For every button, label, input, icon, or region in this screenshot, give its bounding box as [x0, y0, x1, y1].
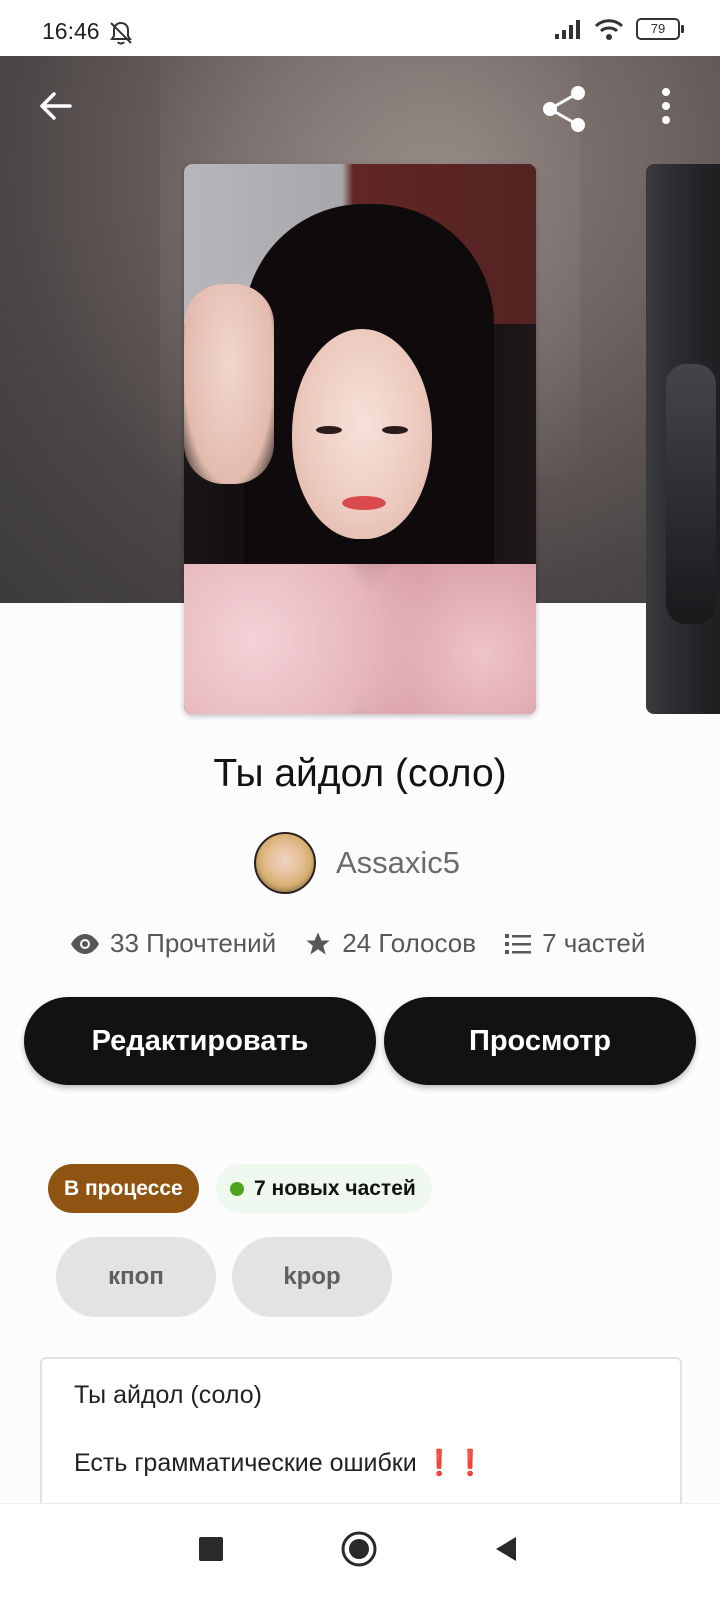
story-title: Ты айдол (соло) [213, 752, 507, 795]
new-dot-icon [230, 1181, 244, 1196]
reads-count: 33 Прочтений [110, 928, 277, 958]
back-arrow-icon[interactable] [36, 86, 76, 126]
description-text: Есть грамматические ошибки [74, 1449, 417, 1477]
story-cover-image[interactable] [184, 164, 536, 714]
exclamation-emoji: ❗❗ [423, 1449, 486, 1477]
edit-button[interactable]: Редактировать [24, 997, 376, 1085]
tag-chip[interactable]: кпоп [56, 1237, 216, 1317]
author-avatar[interactable] [254, 832, 316, 894]
next-story-cover[interactable] [646, 164, 720, 714]
share-icon[interactable] [540, 84, 590, 134]
new-parts-label: 7 новых частей [254, 1176, 416, 1200]
parts-stat: 7 частей [504, 928, 645, 959]
author-row[interactable]: Assaxic5 [254, 832, 460, 894]
list-icon [505, 933, 532, 954]
wifi-icon [594, 19, 624, 40]
next-cover-mic [666, 364, 716, 624]
back-triangle-icon[interactable] [492, 1534, 520, 1564]
status-time: 16:46 [42, 18, 100, 44]
status-bar: 16:46 79 [0, 0, 720, 56]
cover-lips [342, 496, 386, 510]
parts-count: 7 частей [542, 928, 646, 958]
recents-square-icon[interactable] [196, 1534, 226, 1564]
signal-icon [555, 20, 580, 39]
cover-eye-right [382, 426, 408, 434]
status-icons: 79 [554, 18, 684, 40]
votes-stat: 24 Голосов [304, 928, 476, 959]
preview-button[interactable]: Просмотр [384, 997, 696, 1085]
author-name[interactable]: Assaxic5 [336, 845, 460, 881]
cover-hand [184, 284, 274, 484]
more-vert-icon[interactable] [658, 86, 674, 126]
description-line: Есть грамматические ошибки ❗❗ [74, 1449, 486, 1478]
reads-stat: 33 Прочтений [70, 928, 276, 959]
eye-icon [71, 933, 99, 954]
votes-count: 24 Голосов [342, 928, 477, 958]
description-line: Ты айдол (соло) [74, 1381, 262, 1409]
star-icon [306, 931, 330, 954]
story-stats: 33 Прочтений 24 Голосов 7 частей [70, 928, 670, 959]
cover-dress [184, 564, 536, 714]
battery-icon: 79 [636, 18, 684, 40]
cover-eye-left [316, 426, 342, 434]
new-parts-badge: 7 новых частей [216, 1164, 432, 1213]
home-circle-icon[interactable] [340, 1530, 378, 1568]
bell-muted-icon [110, 21, 132, 45]
tag-chip[interactable]: kpop [232, 1237, 392, 1317]
system-nav-bar [0, 1503, 720, 1601]
status-badge: В процессе [48, 1164, 199, 1213]
